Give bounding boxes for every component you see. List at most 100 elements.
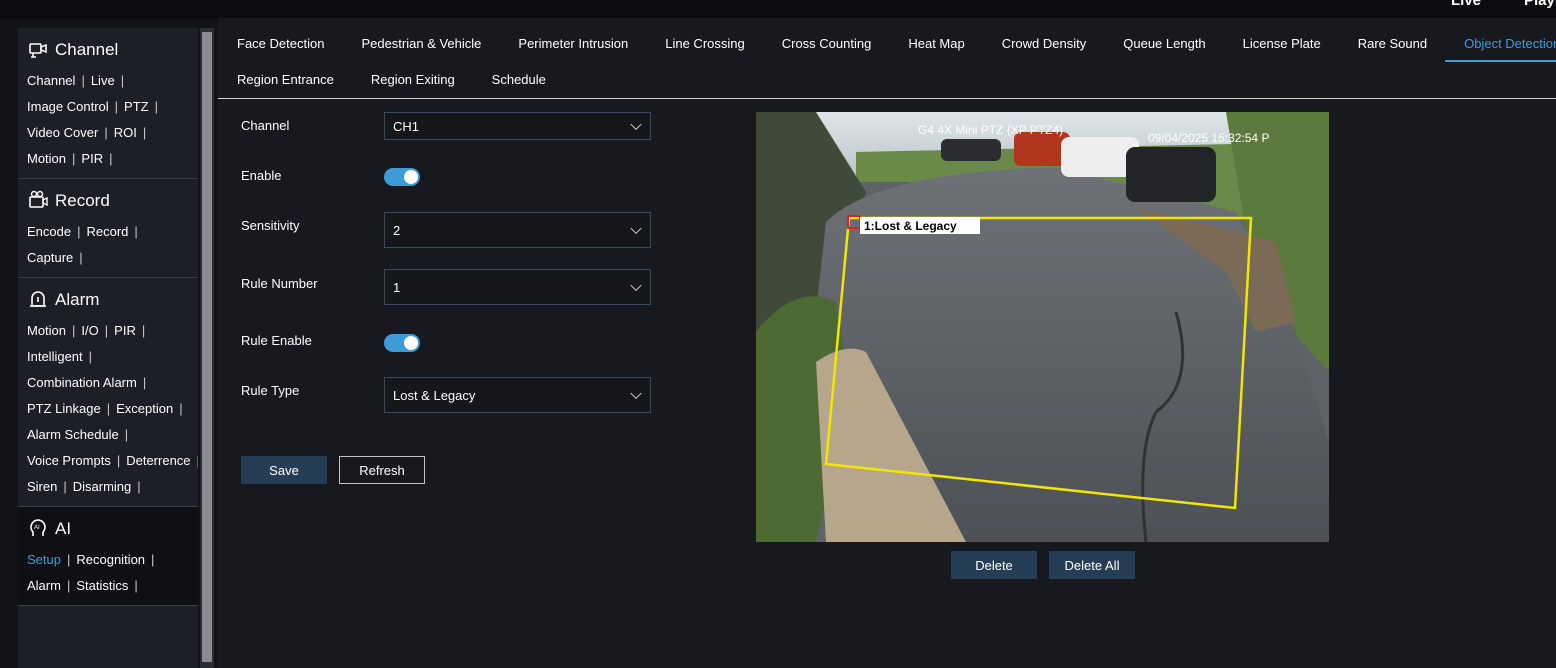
link-separator: | <box>72 151 76 166</box>
tab-rare-sound[interactable]: Rare Sound <box>1339 18 1445 62</box>
tab-crowd-density[interactable]: Crowd Density <box>983 18 1105 62</box>
link-separator: | <box>66 552 71 567</box>
tab-region-exiting[interactable]: Region Exiting <box>352 62 473 98</box>
function-tabs: Face Detection Pedestrian & Vehicle Perime… <box>218 18 1556 99</box>
chevron-down-icon <box>630 279 642 292</box>
sidebar-item-capture[interactable]: Capture <box>27 250 73 265</box>
playback-menu[interactable]: Playb <box>1524 0 1556 9</box>
sidebar-panel: Channel Channel | Live | Image Control | PTZ | Vi… <box>0 18 218 668</box>
rule-enable-toggle[interactable] <box>384 334 420 352</box>
link-separator: | <box>179 401 183 416</box>
sensitivity-select[interactable]: 2 <box>384 212 651 248</box>
sidebar-section-header[interactable]: Channel <box>27 36 198 64</box>
link-separator: | <box>109 151 113 166</box>
link-separator: | <box>151 552 155 567</box>
camera-scene: 1:Lost & Legacy G4 4X Mini PTZ (XP PTZ4)… <box>756 112 1329 542</box>
delete-all-button[interactable]: Delete All <box>1049 551 1135 579</box>
timestamp-overlay: 09/04/2025 15:32:54 P <box>1148 131 1269 145</box>
sidebar-item-ptz[interactable]: PTZ <box>124 99 149 114</box>
sidebar-item-i-o[interactable]: I/O <box>81 323 98 338</box>
sidebar-item-motion[interactable]: Motion <box>27 323 66 338</box>
camera-preview[interactable]: 1:Lost & Legacy G4 4X Mini PTZ (XP PTZ4)… <box>756 112 1329 542</box>
enable-label: Enable <box>241 168 282 183</box>
rule-type-select[interactable]: Lost & Legacy <box>384 377 651 413</box>
link-separator: | <box>124 427 129 442</box>
toggle-knob <box>404 336 418 350</box>
sidebar-item-deterrence[interactable]: Deterrence <box>126 453 190 468</box>
channel-select[interactable]: CH1 <box>384 112 651 140</box>
tab-license-plate[interactable]: License Plate <box>1224 18 1339 62</box>
sidebar-item-video-cover[interactable]: Video Cover <box>27 125 98 140</box>
tab-row-1: Face Detection Pedestrian & Vehicle Perime… <box>218 18 1556 62</box>
sidebar-item-motion[interactable]: Motion <box>27 151 66 166</box>
sidebar-item-intelligent[interactable]: Intelligent <box>27 349 83 364</box>
channel-label: Channel <box>241 118 290 133</box>
chevron-down-icon <box>630 222 642 235</box>
sidebar-section-title: AI <box>55 519 72 538</box>
sidebar-links: Setup | Recognition | Alarm | Statistics | <box>27 547 198 599</box>
tab-region-entrance[interactable]: Region Entrance <box>218 62 352 98</box>
sidebar-section-ai: AI AI Setup | Recognition | Alarm | Statistics | <box>18 507 198 606</box>
sidebar-item-alarm[interactable]: Alarm <box>27 578 61 593</box>
tab-face-detection[interactable]: Face Detection <box>218 18 342 62</box>
sidebar-item-statistics[interactable]: Statistics <box>76 578 128 593</box>
sidebar-item-exception[interactable]: Exception <box>116 401 173 416</box>
sidebar-item-alarm-schedule[interactable]: Alarm Schedule <box>27 427 119 442</box>
tab-object-detection[interactable]: Object Detection <box>1445 18 1556 62</box>
sidebar-links: Channel | Live | Image Control | PTZ | Video Cov… <box>27 68 198 172</box>
live-menu[interactable]: Live <box>1451 0 1481 9</box>
sidebar-item-encode[interactable]: Encode <box>27 224 71 239</box>
link-separator: | <box>63 479 67 494</box>
toggle-knob <box>404 170 418 184</box>
channel-icon <box>27 38 55 63</box>
sidebar-item-disarming[interactable]: Disarming <box>73 479 132 494</box>
enable-toggle[interactable] <box>384 168 420 186</box>
sidebar-item-setup[interactable]: Setup <box>27 552 61 567</box>
link-separator: | <box>134 224 138 239</box>
sidebar-links: Encode | Record | Capture | <box>27 219 198 271</box>
sidebar-item-image-control[interactable]: Image Control <box>27 99 109 114</box>
sidebar-item-record[interactable]: Record <box>86 224 128 239</box>
sidebar-item-pir[interactable]: PIR <box>81 151 103 166</box>
sidebar-item-channel[interactable]: Channel <box>27 73 75 88</box>
refresh-button[interactable]: Refresh <box>339 456 425 484</box>
sidebar-section-header[interactable]: Alarm <box>27 286 198 314</box>
scrollbar-thumb[interactable] <box>202 32 212 662</box>
sidebar-scrollbar[interactable] <box>200 28 214 668</box>
sidebar-item-roi[interactable]: ROI <box>114 125 137 140</box>
sidebar-section-record: Record Encode | Record | Capture | <box>18 179 198 278</box>
tab-heat-map[interactable]: Heat Map <box>889 18 982 62</box>
main-content: Face Detection Pedestrian & Vehicle Perime… <box>218 18 1556 668</box>
sidebar-link-line: Capture | <box>27 245 198 271</box>
rule-number-select[interactable]: 1 <box>384 269 651 305</box>
sidebar-item-recognition[interactable]: Recognition <box>76 552 145 567</box>
tab-schedule[interactable]: Schedule <box>473 62 564 98</box>
tab-perimeter-intrusion[interactable]: Perimeter Intrusion <box>499 18 646 62</box>
sidebar-item-live[interactable]: Live <box>91 73 115 88</box>
sidebar-item-ptz-linkage[interactable]: PTZ Linkage <box>27 401 101 416</box>
sidebar-item-voice-prompts[interactable]: Voice Prompts <box>27 453 111 468</box>
save-button[interactable]: Save <box>241 456 327 484</box>
region-label: 1:Lost & Legacy <box>864 219 957 233</box>
sidebar-link-line: Motion | PIR | <box>27 146 198 172</box>
delete-button[interactable]: Delete <box>951 551 1037 579</box>
tab-line-crossing[interactable]: Line Crossing <box>646 18 763 62</box>
sidebar-link-line: Intelligent | <box>27 344 198 370</box>
chevron-down-icon <box>630 118 642 131</box>
tab-cross-counting[interactable]: Cross Counting <box>763 18 890 62</box>
link-separator: | <box>88 349 93 364</box>
tab-queue-length[interactable]: Queue Length <box>1104 18 1223 62</box>
settings-sidebar: Channel Channel | Live | Image Control | PTZ | Vi… <box>18 28 198 668</box>
sidebar-link-line: Video Cover | ROI | <box>27 120 198 146</box>
tab-pedestrian-vehicle[interactable]: Pedestrian & Vehicle <box>342 18 499 62</box>
sidebar-section-title: Channel <box>55 40 119 59</box>
sidebar-section-header[interactable]: Record <box>27 187 198 215</box>
sidebar-item-combination-alarm[interactable]: Combination Alarm <box>27 375 137 390</box>
sidebar-item-siren[interactable]: Siren <box>27 479 57 494</box>
sidebar-link-line: Siren | Disarming | <box>27 474 198 500</box>
sidebar-item-pir[interactable]: PIR <box>114 323 136 338</box>
sidebar-section-header[interactable]: AI AI <box>27 515 198 543</box>
ai-icon: AI <box>27 517 55 542</box>
sidebar-links: Motion | I/O | PIR | Intelligent | Combination A… <box>27 318 198 500</box>
link-separator: | <box>79 250 83 265</box>
